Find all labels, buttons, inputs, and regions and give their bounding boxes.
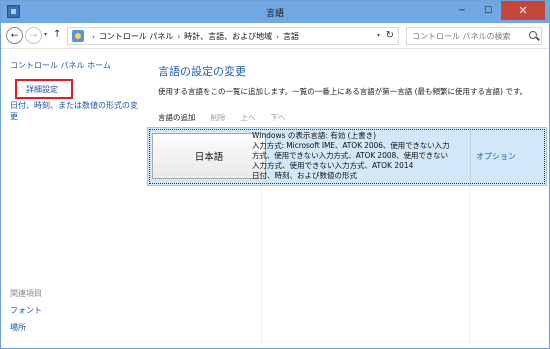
address-bar[interactable]: › コントロール パネル › 時計、言語、および地域 › 言語 ▾ ↻ xyxy=(67,27,399,45)
close-button[interactable]: ✕ xyxy=(501,1,545,20)
fonts-link[interactable]: フォント xyxy=(10,305,42,316)
recent-pages-dropdown[interactable]: ▾ xyxy=(44,31,47,38)
language-list-empty-area xyxy=(147,186,547,346)
date-time-format-link[interactable]: 日付、時刻、または数値の形式の変更 xyxy=(10,100,138,122)
language-detail-line: 入力方式、使用できない入力方式、ATOK 2014 xyxy=(252,161,414,170)
control-panel-icon xyxy=(72,30,84,42)
page-title: 言語の設定の変更 xyxy=(158,65,246,78)
advanced-settings-link[interactable]: 詳細設定 xyxy=(15,79,73,99)
title-bar[interactable]: 言語 ─ ☐ ✕ xyxy=(1,1,549,23)
language-detail-line: 入力方式: Microsoft IME、ATOK 2006、使用できない入力 xyxy=(252,141,450,150)
address-row: ← → ▾ ↑ › コントロール パネル › 時計、言語、および地域 › 言語 … xyxy=(1,23,549,49)
related-heading: 関連項目 xyxy=(10,289,42,298)
minimize-button[interactable]: ─ xyxy=(449,1,475,20)
language-detail-line: 方式、使用できない入力方式、ATOK 2008、使用できない xyxy=(252,151,448,160)
breadcrumb-control-panel[interactable]: コントロール パネル xyxy=(99,31,174,42)
remove-button[interactable]: 削除 xyxy=(211,112,226,123)
language-toolbar: 言語の追加 削除 上へ 下へ xyxy=(149,109,549,125)
maximize-button[interactable]: ☐ xyxy=(475,1,501,20)
main-content: 言語の設定の変更 使用する言語をこの一覧に追加します。一覧の一番上にある言語が第… xyxy=(141,50,549,348)
language-list-item[interactable]: 日本語 Windows の表示言語: 有効 (上書き) 入力方式: Micros… xyxy=(147,127,547,186)
search-input[interactable] xyxy=(407,28,525,44)
breadcrumb: › コントロール パネル › 時計、言語、および地域 › 言語 xyxy=(88,31,299,42)
address-history-dropdown[interactable]: ▾ xyxy=(377,32,380,39)
breadcrumb-language[interactable]: 言語 xyxy=(283,31,299,42)
add-language-button[interactable]: 言語の追加 xyxy=(158,112,196,123)
up-button[interactable]: ↑ xyxy=(53,29,61,40)
language-details: Windows の表示言語: 有効 (上書き) 入力方式: Microsoft … xyxy=(252,131,472,181)
page-description: 使用する言語をこの一覧に追加します。一覧の一番上にある言語が第一言語 (最も頻繁… xyxy=(158,87,528,96)
control-panel-home-link[interactable]: コントロール パネル ホーム xyxy=(10,60,111,71)
move-down-button[interactable]: 下へ xyxy=(271,112,286,123)
language-detail-line: Windows の表示言語: 有効 (上書き) xyxy=(252,131,377,140)
window-controls: ─ ☐ ✕ xyxy=(449,1,545,21)
breadcrumb-separator[interactable]: › xyxy=(276,33,279,41)
search-box[interactable] xyxy=(406,27,542,45)
language-detail-line: 日付、時刻、および数値の形式 xyxy=(252,171,357,180)
breadcrumb-separator[interactable]: › xyxy=(177,33,180,41)
language-name-button[interactable]: 日本語 xyxy=(152,133,266,179)
breadcrumb-clock-language-region[interactable]: 時計、言語、および地域 xyxy=(184,31,272,42)
move-up-button[interactable]: 上へ xyxy=(241,112,256,123)
forward-button[interactable]: → xyxy=(25,27,42,44)
back-button[interactable]: ← xyxy=(6,27,23,44)
search-icon[interactable] xyxy=(529,31,537,39)
breadcrumb-separator[interactable]: › xyxy=(92,33,95,41)
column-divider xyxy=(470,128,471,185)
refresh-button[interactable]: ↻ xyxy=(386,30,394,41)
language-window: 言語 ─ ☐ ✕ ← → ▾ ↑ › コントロール パネル › 時計、言語、およ… xyxy=(0,0,550,349)
sidebar: コントロール パネル ホーム 詳細設定 日付、時刻、または数値の形式の変更 関連… xyxy=(1,50,141,348)
location-link[interactable]: 場所 xyxy=(10,322,26,333)
grid-line xyxy=(469,186,470,346)
options-link[interactable]: オプション xyxy=(476,151,516,162)
grid-line xyxy=(261,186,262,346)
